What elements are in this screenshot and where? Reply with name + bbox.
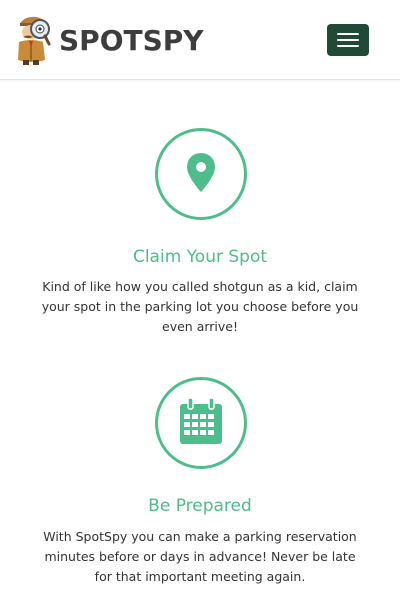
brand-name: SPOTSPY [59, 23, 204, 57]
site-header: SPOTSPY [0, 0, 400, 80]
hamburger-menu-icon [337, 45, 359, 47]
map-pin-icon [155, 128, 247, 220]
feature-title: Be Prepared [148, 496, 252, 516]
hamburger-menu-icon [337, 33, 359, 35]
calendar-icon [155, 377, 247, 469]
feature-description: Kind of like how you called shotgun as a… [41, 279, 359, 334]
detective-mascot-icon [18, 16, 51, 65]
feature-title: Claim Your Spot [132, 247, 268, 267]
feature-description: With SpotSpy you can make a parking rese… [43, 529, 357, 584]
hamburger-menu-button[interactable] [327, 24, 369, 56]
hamburger-menu-icon [337, 39, 359, 41]
home-logo-link[interactable]: SPOTSPY [14, 14, 204, 66]
